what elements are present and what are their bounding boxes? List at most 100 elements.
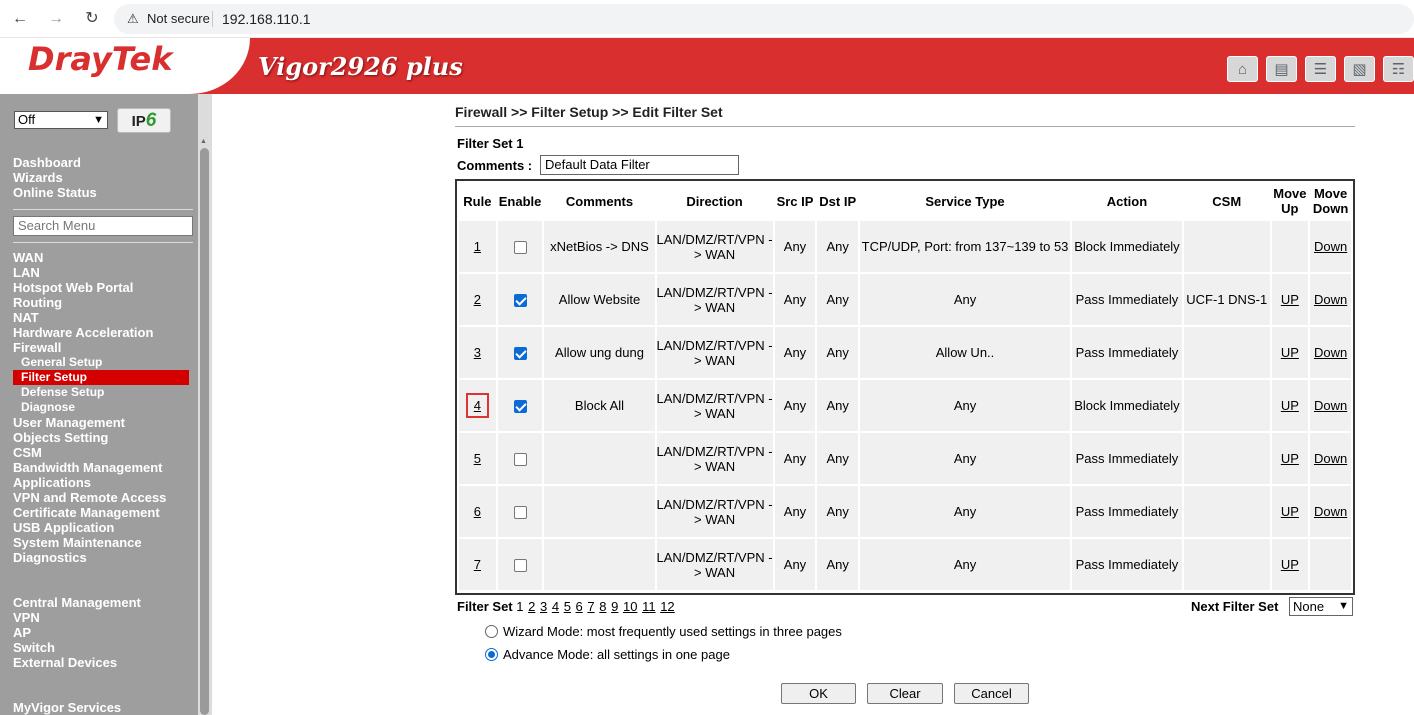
filter-set-link[interactable]: 8: [599, 599, 606, 614]
menu-hardware-acceleration[interactable]: Hardware Acceleration: [13, 325, 189, 340]
move-up-link[interactable]: UP: [1281, 451, 1299, 466]
menu-lan[interactable]: LAN: [13, 265, 189, 280]
enable-checkbox[interactable]: [513, 241, 527, 255]
menu-wizards[interactable]: Wizards: [13, 170, 97, 185]
menu-objects-setting[interactable]: Objects Setting: [13, 430, 189, 445]
comments-cell: [544, 486, 655, 537]
filter-set-link[interactable]: 10: [623, 599, 637, 614]
enable-checkbox[interactable]: [513, 294, 527, 308]
rule-link[interactable]: 6: [474, 504, 481, 519]
rule-link[interactable]: 1: [474, 239, 481, 254]
move-down-link[interactable]: Down: [1314, 451, 1347, 466]
menu-firewall[interactable]: Firewall: [13, 340, 189, 355]
filter-set-link[interactable]: 4: [552, 599, 559, 614]
move-down-link[interactable]: Down: [1314, 292, 1347, 307]
filter-set-link[interactable]: 6: [576, 599, 583, 614]
move-up-link[interactable]: UP: [1281, 345, 1299, 360]
windows-icon[interactable]: ▤: [1266, 56, 1297, 82]
rule-link[interactable]: 7: [474, 557, 481, 572]
url-text[interactable]: 192.168.110.1: [222, 11, 311, 27]
menu-filter-setup[interactable]: Filter Setup: [13, 370, 189, 385]
back-arrow-icon[interactable]: ←: [10, 9, 30, 29]
menu-external-devices[interactable]: External Devices: [13, 655, 141, 670]
menu-hotspot-web-portal[interactable]: Hotspot Web Portal: [13, 280, 189, 295]
menu-vpn-remote-access[interactable]: VPN and Remote Access: [13, 490, 189, 505]
menu-system-maintenance[interactable]: System Maintenance: [13, 535, 189, 550]
move-up-link[interactable]: UP: [1281, 292, 1299, 307]
filter-set-link[interactable]: 2: [528, 599, 535, 614]
cancel-button[interactable]: Cancel: [954, 683, 1029, 704]
advance-mode-radio[interactable]: [485, 648, 498, 661]
comments-input[interactable]: Default Data Filter: [540, 155, 739, 175]
menu-user-management[interactable]: User Management: [13, 415, 189, 430]
menu-nat[interactable]: NAT: [13, 310, 189, 325]
menu-bandwidth-management[interactable]: Bandwidth Management: [13, 460, 189, 475]
filter-set-link[interactable]: 1: [516, 599, 523, 614]
enable-checkbox[interactable]: [513, 400, 527, 414]
menu-diagnose[interactable]: Diagnose: [13, 400, 189, 415]
reload-icon[interactable]: ↻: [82, 9, 102, 29]
enable-checkbox[interactable]: [513, 506, 527, 520]
menu-dashboard[interactable]: Dashboard: [13, 155, 97, 170]
menu-myvigor-services[interactable]: MyVigor Services: [13, 700, 121, 715]
move-up-link[interactable]: UP: [1281, 398, 1299, 413]
wizard-mode-radio[interactable]: [485, 625, 498, 638]
menu-vpn[interactable]: VPN: [13, 610, 141, 625]
forward-arrow-icon[interactable]: →: [46, 9, 66, 29]
filter-set-link[interactable]: 7: [587, 599, 594, 614]
rule-link[interactable]: 3: [474, 345, 481, 360]
move-down-link[interactable]: Down: [1314, 398, 1347, 413]
move-up-link[interactable]: UP: [1281, 504, 1299, 519]
menu-wan[interactable]: WAN: [13, 250, 189, 265]
filter-set-link[interactable]: 9: [611, 599, 618, 614]
move-down-link[interactable]: Down: [1314, 345, 1347, 360]
warning-icon[interactable]: ⚠: [127, 11, 139, 27]
book-icon[interactable]: ☶: [1383, 56, 1414, 82]
move-down-cell: Down: [1310, 486, 1351, 537]
sliders-icon[interactable]: ☰: [1305, 56, 1336, 82]
move-up-link[interactable]: UP: [1281, 557, 1299, 572]
menu-certificate-management[interactable]: Certificate Management: [13, 505, 189, 520]
menu-switch[interactable]: Switch: [13, 640, 141, 655]
move-down-link[interactable]: Down: [1314, 504, 1347, 519]
not-secure-label[interactable]: Not secure: [147, 11, 210, 26]
menu-routing[interactable]: Routing: [13, 295, 189, 310]
enable-checkbox[interactable]: [513, 559, 527, 573]
filter-set-link[interactable]: 5: [564, 599, 571, 614]
menu-csm[interactable]: CSM: [13, 445, 189, 460]
draytek-logo[interactable]: DrayTek: [28, 40, 173, 78]
rule-link[interactable]: 5: [474, 451, 481, 466]
address-bar[interactable]: ⚠ Not secure 192.168.110.1: [114, 4, 1414, 34]
rule-link[interactable]: 4: [474, 398, 481, 413]
clear-button[interactable]: Clear: [867, 683, 943, 704]
enable-cell: [497, 221, 543, 272]
menu-online-status[interactable]: Online Status: [13, 185, 97, 200]
save-icon[interactable]: ▧: [1344, 56, 1375, 82]
enable-checkbox[interactable]: [513, 453, 527, 467]
menu-diagnostics[interactable]: Diagnostics: [13, 550, 189, 565]
ok-button[interactable]: OK: [781, 683, 856, 704]
src-ip-cell: Any: [774, 327, 816, 378]
sidebar-scroll-thumb[interactable]: [200, 148, 209, 715]
next-filter-set-select[interactable]: None ▼: [1289, 597, 1353, 616]
move-down-link[interactable]: Down: [1314, 239, 1347, 254]
home-icon[interactable]: ⌂: [1227, 56, 1258, 82]
menu-defense-setup[interactable]: Defense Setup: [13, 385, 189, 400]
advance-mode-option[interactable]: Advance Mode: all settings in one page: [485, 647, 730, 662]
menu-usb-application[interactable]: USB Application: [13, 520, 189, 535]
scroll-up-arrow-icon[interactable]: ▲: [200, 138, 207, 145]
enable-checkbox[interactable]: [513, 347, 527, 361]
mode-select[interactable]: Off ▼: [14, 111, 108, 129]
menu-general-setup[interactable]: General Setup: [13, 355, 189, 370]
ipv6-button[interactable]: IP6: [117, 108, 171, 133]
move-down-cell: Down: [1310, 380, 1351, 431]
search-menu-input[interactable]: Search Menu: [13, 216, 193, 236]
filter-set-link[interactable]: 3: [540, 599, 547, 614]
menu-central-management[interactable]: Central Management: [13, 595, 141, 610]
wizard-mode-option[interactable]: Wizard Mode: most frequently used settin…: [485, 624, 842, 639]
menu-ap[interactable]: AP: [13, 625, 141, 640]
filter-set-link[interactable]: 11: [642, 599, 656, 614]
rule-link[interactable]: 2: [474, 292, 481, 307]
menu-applications[interactable]: Applications: [13, 475, 189, 490]
filter-set-link[interactable]: 12: [660, 599, 674, 614]
